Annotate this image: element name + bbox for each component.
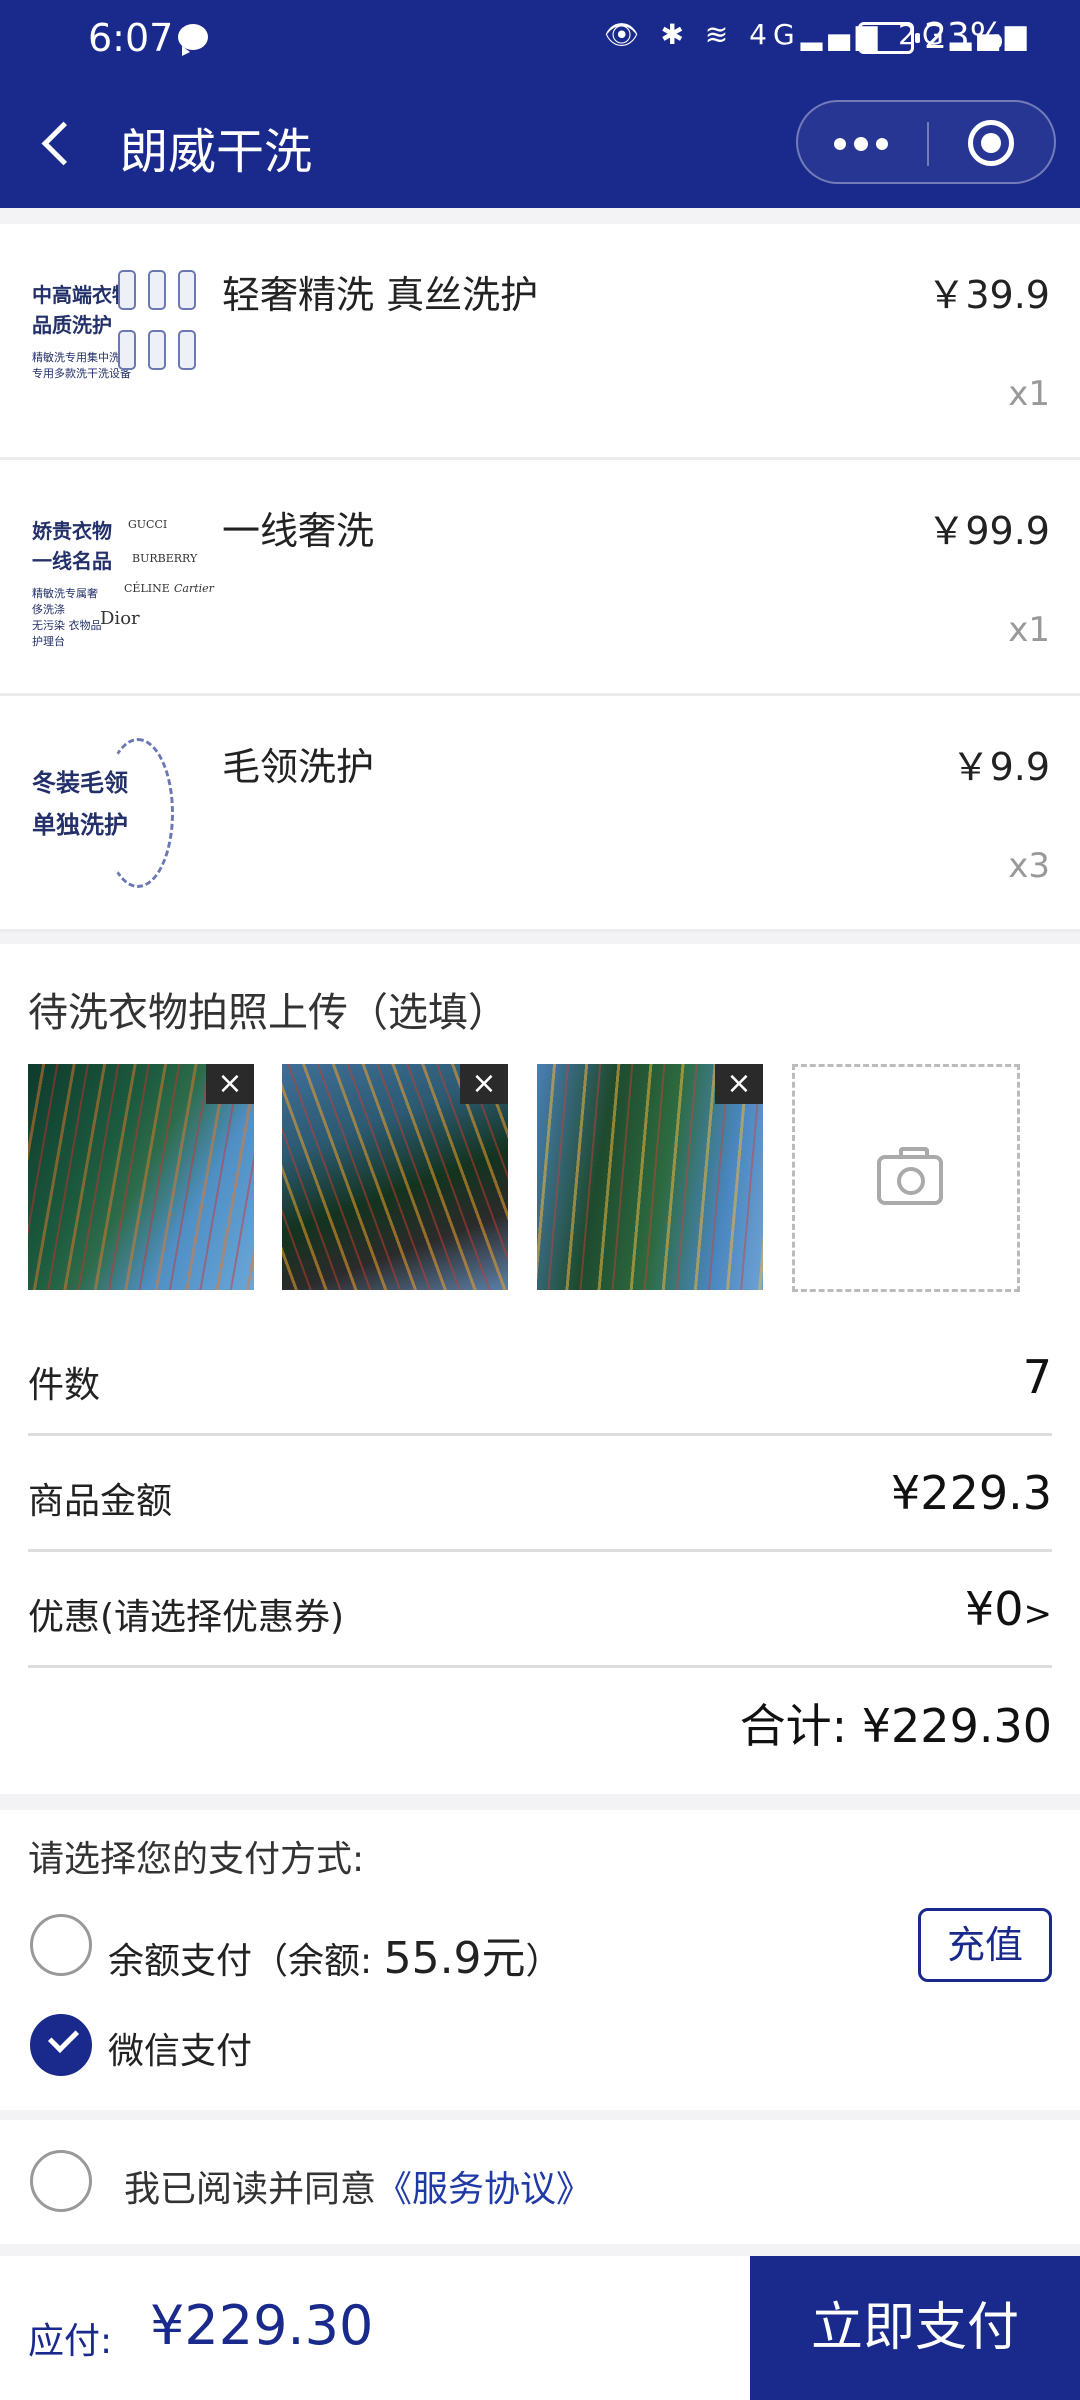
uploaded-photo[interactable]: × [537, 1064, 763, 1290]
payment-label: 请选择您的支付方式: [28, 1839, 365, 1880]
item-thumbnail: 中高端衣物 品质洗护 精敏洗专用集中洗涤 专用多款洗干洗设备 [28, 254, 208, 424]
thumb-text: 娇贵衣物 一线名品 [32, 519, 112, 573]
order-items: 中高端衣物 品质洗护 精敏洗专用集中洗涤 专用多款洗干洗设备 轻奢精洗 真丝洗护… [0, 208, 1080, 932]
item-qty: x3 [1008, 846, 1050, 886]
balance-option[interactable]: 余额支付（余额: 55.9元） [108, 1922, 562, 1986]
thumb-caption: 精敏洗专属奢侈洗涤 无污染 衣物品护理台 [32, 587, 102, 648]
garment-icons [112, 264, 208, 384]
item-qty: x1 [1008, 374, 1050, 414]
brand-dior: Dior [100, 608, 140, 629]
remove-photo-icon[interactable]: × [460, 1064, 508, 1104]
recharge-button[interactable]: 充值 [918, 1908, 1052, 1982]
total-line: 合计: ¥229.30 [740, 1690, 1052, 1756]
item-name: 毛领洗护 [222, 745, 375, 789]
balance-radio[interactable] [30, 1914, 92, 1976]
remove-photo-icon[interactable]: × [206, 1064, 254, 1104]
list-item: 冬装毛领 单独洗护 毛领洗护 ￥9.9 x3 [0, 696, 1080, 932]
item-name: 一线奢洗 [222, 509, 375, 553]
upload-and-summary: 待洗衣物拍照上传（选填） × × × 件数 7 商品金额 ¥229.3 优惠(请… [0, 944, 1080, 1794]
amount-due-label: 应付: [28, 2321, 113, 2362]
count-value: 7 [1022, 1350, 1052, 1404]
more-dots-icon[interactable] [828, 124, 928, 164]
item-qty: x1 [1008, 610, 1050, 650]
brand-cartier: Cartier [174, 582, 214, 595]
camera-icon [877, 1147, 943, 1205]
item-price: ￥9.9 [951, 745, 1050, 789]
list-item: 娇贵衣物 一线名品 精敏洗专属奢侈洗涤 无污染 衣物品护理台 GUCCI BUR… [0, 460, 1080, 696]
capsule-divider [927, 122, 929, 166]
add-photo-button[interactable] [792, 1064, 1020, 1292]
wechat-option[interactable]: 微信支付 [108, 2022, 252, 2074]
count-label: 件数 [28, 1365, 101, 1406]
amount-value: ¥229.3 [891, 1466, 1052, 1520]
pay-now-button[interactable]: 立即支付 [750, 2256, 1080, 2400]
wechat-radio[interactable] [30, 2014, 92, 2076]
balance-amount: 55.9元 [383, 1933, 526, 1984]
item-price: ￥39.9 [927, 273, 1050, 317]
brand-gucci: GUCCI [128, 518, 168, 531]
chat-bubble-icon [178, 24, 208, 56]
item-price: ￥99.9 [927, 509, 1050, 553]
battery-percent: 23% [924, 16, 1005, 57]
payment-methods: 请选择您的支付方式: 余额支付（余额: 55.9元） 充值 微信支付 [0, 1810, 1080, 2110]
status-bar: 6:07 👁 ✱ ≋ 4G▂▄▆ 2G▂▄▆ 23% [0, 0, 1080, 80]
item-name: 轻奢精洗 真丝洗护 [222, 273, 539, 317]
agreement-row: 我已阅读并同意《服务协议》 [0, 2120, 1080, 2244]
uploaded-photo[interactable]: × [282, 1064, 508, 1290]
status-time: 6:07 [88, 16, 174, 60]
balance-option-label: 余额支付（余额: [108, 1941, 384, 1982]
fur-collar-icon [102, 738, 174, 888]
balance-close: ） [525, 1941, 562, 1982]
discount-row[interactable]: 优惠(请选择优惠券) ¥0> [28, 1552, 1052, 1668]
item-thumbnail: 娇贵衣物 一线名品 精敏洗专属奢侈洗涤 无污染 衣物品护理台 GUCCI BUR… [28, 490, 214, 660]
brand-burberry: BURBERRY [132, 552, 198, 565]
back-arrow-icon[interactable] [38, 118, 78, 168]
checkout-footer: 应付: ¥229.30 立即支付 [0, 2256, 1080, 2400]
discount-amount: ¥0 [964, 1582, 1024, 1636]
item-thumbnail: 冬装毛领 单独洗护 [28, 726, 208, 896]
battery-icon [858, 22, 920, 54]
agree-checkbox[interactable] [30, 2150, 92, 2212]
amount-due-value: ¥229.30 [150, 2294, 374, 2357]
close-target-icon[interactable] [968, 120, 1016, 168]
total-value: ¥229.30 [861, 1699, 1052, 1753]
agreement-prefix: 我已阅读并同意 [124, 2169, 377, 2210]
upload-label: 待洗衣物拍照上传（选填） [28, 990, 508, 1036]
list-item: 中高端衣物 品质洗护 精敏洗专用集中洗涤 专用多款洗干洗设备 轻奢精洗 真丝洗护… [0, 224, 1080, 460]
discount-value: ¥0> [965, 1582, 1052, 1636]
uploaded-photo[interactable]: × [28, 1064, 254, 1290]
page-title: 朗威干洗 [120, 124, 313, 180]
mini-program-capsule [796, 100, 1056, 184]
agreement-text: 我已阅读并同意《服务协议》 [124, 2160, 592, 2212]
service-agreement-link[interactable]: 《服务协议》 [376, 2169, 592, 2210]
discount-label: 优惠(请选择优惠券) [28, 1597, 345, 1638]
amount-label: 商品金额 [28, 1481, 173, 1522]
count-row: 件数 7 [28, 1320, 1052, 1436]
chevron-right-icon: > [1023, 1594, 1053, 1634]
remove-photo-icon[interactable]: × [715, 1064, 763, 1104]
nav-bar: 朗威干洗 [0, 80, 1080, 208]
brand-celine: CÉLINE [124, 582, 170, 595]
amount-row: 商品金额 ¥229.3 [28, 1436, 1052, 1552]
total-label: 合计: [739, 1699, 848, 1753]
